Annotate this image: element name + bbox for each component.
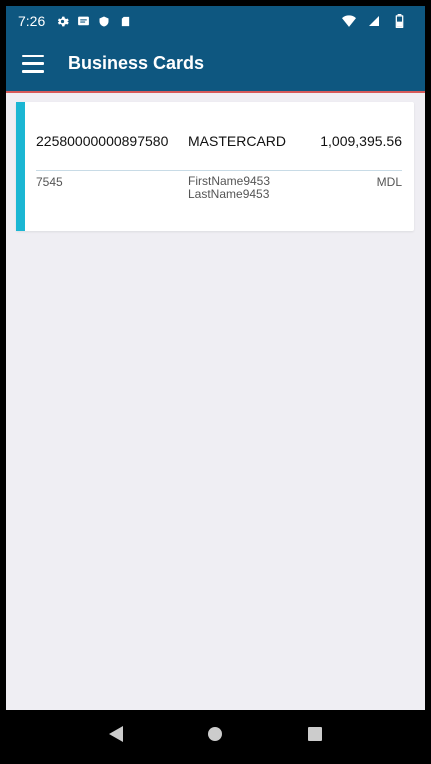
business-card-item[interactable]: 22580000000897580 MASTERCARD 1,009,395.5… xyxy=(16,102,414,231)
app-screen: 7:26 Business Cards 22580000000897580 MA… xyxy=(6,6,425,758)
back-icon[interactable] xyxy=(96,714,136,754)
card-number: 22580000000897580 xyxy=(36,133,169,149)
card-accent-bar xyxy=(16,102,25,231)
status-bar: 7:26 xyxy=(6,6,425,36)
wifi-icon xyxy=(342,14,356,28)
gear-icon xyxy=(55,14,69,28)
app-bar: Business Cards xyxy=(6,36,425,93)
card-type: MASTERCARD xyxy=(188,133,287,149)
battery-icon xyxy=(392,14,406,28)
card-currency: MDL xyxy=(376,175,402,189)
recents-icon[interactable] xyxy=(295,714,335,754)
card-divider xyxy=(36,170,402,171)
card-code: 7545 xyxy=(36,175,63,189)
shield-icon xyxy=(97,14,111,28)
page-title: Business Cards xyxy=(68,53,205,73)
card-holder-last-name: LastName9453 xyxy=(188,187,270,201)
sd-card-icon xyxy=(118,14,132,28)
status-time: 7:26 xyxy=(18,13,46,29)
card-amount: 1,009,395.56 xyxy=(320,133,402,149)
card-holder: FirstName9453 LastName9453 xyxy=(188,175,270,201)
system-nav-bar xyxy=(6,710,425,758)
home-icon[interactable] xyxy=(195,714,235,754)
message-icon xyxy=(76,14,90,28)
signal-icon xyxy=(367,14,381,28)
hamburger-menu-icon[interactable] xyxy=(22,54,44,73)
